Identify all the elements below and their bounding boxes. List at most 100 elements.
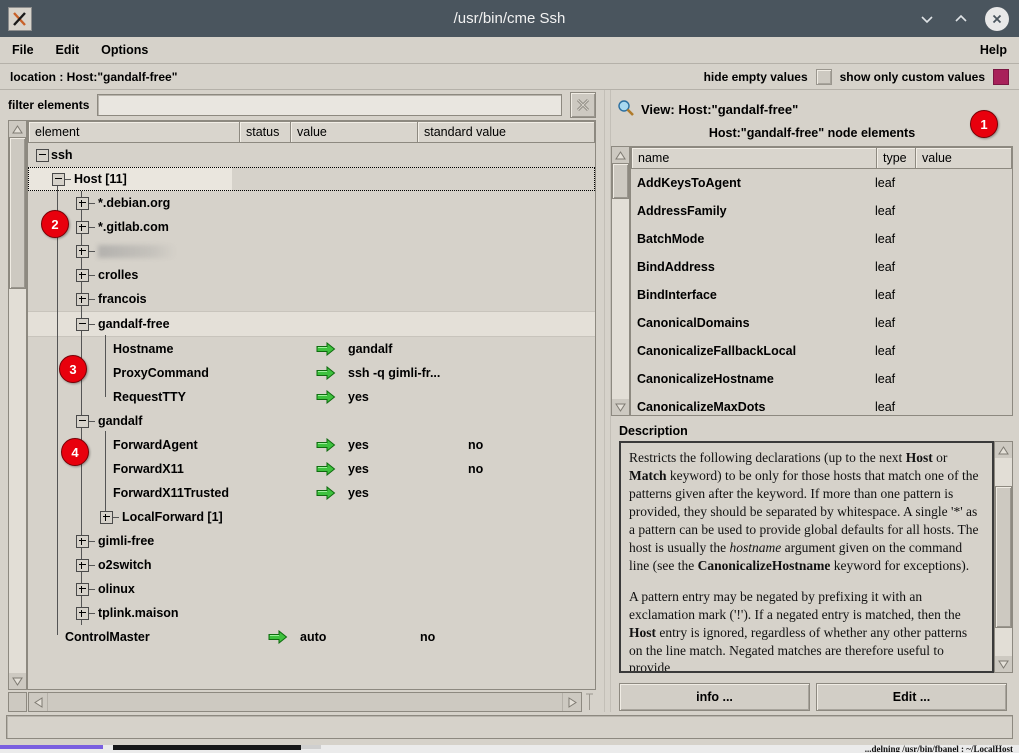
tree-row[interactable]: ssh — [28, 143, 595, 167]
expand-icon[interactable] — [76, 582, 89, 596]
collapse-icon[interactable] — [76, 317, 89, 331]
menu-help[interactable]: Help — [980, 43, 1007, 57]
description-paragraph-2: A pattern entry may be negated by prefix… — [629, 588, 968, 673]
tree-vertical-scrollbar[interactable] — [8, 120, 27, 690]
node-table-row[interactable]: BatchMode leaf — [631, 225, 1012, 253]
node-table-row[interactable]: AddressFamily leaf — [631, 197, 1012, 225]
tree-row[interactable]: francois — [28, 287, 595, 311]
tree-row[interactable]: olinux — [28, 577, 595, 601]
collapse-icon[interactable] — [52, 172, 65, 186]
column-header-value[interactable]: value — [291, 121, 418, 143]
expand-icon[interactable] — [76, 268, 89, 282]
node-scroll-track[interactable] — [612, 163, 629, 399]
expand-icon[interactable] — [76, 534, 89, 548]
hide-empty-values-checkbox[interactable] — [815, 68, 832, 85]
info-button[interactable]: info ... — [619, 683, 810, 711]
tree-row[interactable] — [28, 239, 595, 263]
description-label: Description — [619, 424, 688, 438]
tree-row[interactable]: *.debian.org — [28, 191, 595, 215]
desc-scroll-down-icon[interactable] — [995, 656, 1012, 672]
description-paragraph-1: Restricts the following declarations (up… — [629, 450, 979, 573]
node-column-name[interactable]: name — [631, 147, 877, 169]
expand-icon[interactable] — [76, 196, 89, 210]
tree-scroll-thumb[interactable] — [9, 137, 26, 289]
node-table-row[interactable]: CanonicalDomains leaf — [631, 309, 1012, 337]
tree-row[interactable]: Hostname gandalf — [28, 337, 595, 361]
node-table-row[interactable]: CanonicalizeHostname leaf — [631, 365, 1012, 393]
menu-options[interactable]: Options — [101, 43, 148, 57]
tree-row[interactable]: ForwardX11 yes no — [28, 457, 595, 481]
node-scroll-down-icon[interactable] — [612, 399, 629, 415]
node-table-row[interactable]: AddKeysToAgent leaf — [631, 169, 1012, 197]
tree-row-element: *.debian.org — [28, 191, 280, 215]
clear-x-icon[interactable] — [570, 92, 596, 118]
tree-row[interactable]: ProxyCommand ssh -q gimli-fr... — [28, 361, 595, 385]
main-area: filter elements element status value sta… — [0, 90, 1019, 712]
collapse-icon[interactable] — [76, 414, 89, 428]
chevron-down-icon[interactable] — [917, 9, 937, 29]
taskbar-window-button[interactable] — [113, 745, 301, 750]
node-scroll-up-icon[interactable] — [612, 147, 629, 163]
x11-app-icon — [8, 6, 32, 31]
column-header-status[interactable]: status — [240, 121, 291, 143]
node-table-row[interactable]: CanonicalizeFallbackLocal leaf — [631, 337, 1012, 365]
tree-horizontal-scrollbar[interactable] — [8, 692, 596, 712]
expand-icon[interactable] — [100, 510, 113, 524]
menu-file[interactable]: File — [12, 43, 34, 57]
tree-row[interactable]: gimli-free — [28, 529, 595, 553]
pane-splitter[interactable] — [604, 90, 611, 712]
hscroll-track[interactable] — [47, 693, 563, 711]
tree-row[interactable]: RequestTTY yes — [28, 385, 595, 409]
scroll-down-icon[interactable] — [9, 673, 26, 689]
column-header-standard-value[interactable]: standard value — [418, 121, 595, 143]
tree-row[interactable]: gandalf — [28, 409, 595, 433]
tree-row-value: yes — [348, 390, 369, 404]
desc-scroll-thumb[interactable] — [995, 486, 1012, 628]
node-table-row[interactable]: BindInterface leaf — [631, 281, 1012, 309]
desc-scroll-track[interactable] — [995, 458, 1012, 656]
tree-row[interactable]: ForwardX11Trusted yes — [28, 481, 595, 505]
filter-input[interactable] — [97, 94, 562, 116]
expand-icon[interactable] — [76, 606, 89, 620]
close-icon[interactable] — [985, 6, 1009, 31]
scroll-up-icon[interactable] — [9, 121, 26, 137]
expand-icon[interactable] — [76, 292, 89, 306]
expand-icon[interactable] — [76, 244, 89, 258]
node-column-value[interactable]: value — [916, 147, 1012, 169]
expand-icon[interactable] — [76, 220, 89, 234]
show-custom-values-checkbox[interactable] — [993, 68, 1009, 85]
desc-scroll-up-icon[interactable] — [995, 442, 1012, 458]
scroll-left-icon[interactable] — [29, 693, 47, 711]
tree-scroll-track[interactable] — [9, 137, 26, 673]
magnifier-icon — [617, 99, 635, 120]
menu-edit[interactable]: Edit — [56, 43, 80, 57]
column-header-element[interactable]: element — [28, 121, 240, 143]
edit-button[interactable]: Edit ... — [816, 683, 1007, 711]
tree-row[interactable]: LocalForward [1] — [28, 505, 595, 529]
tree-row-value: yes — [348, 486, 369, 500]
tree-row[interactable]: tplink.maison — [28, 601, 595, 625]
tree-row[interactable]: crolles — [28, 263, 595, 287]
tree-branch-dash — [89, 540, 95, 542]
tree-row-label: ControlMaster — [65, 630, 150, 644]
node-table-vertical-scrollbar[interactable] — [611, 146, 630, 416]
node-column-type[interactable]: type — [877, 147, 916, 169]
taskbar-tray-item[interactable] — [301, 745, 321, 749]
node-type: leaf — [875, 288, 896, 302]
node-table-row[interactable]: BindAddress leaf — [631, 253, 1012, 281]
tree-row[interactable]: gandalf-free — [28, 311, 595, 337]
tree-row[interactable]: Host [11] — [28, 167, 595, 191]
collapse-icon[interactable] — [36, 148, 49, 162]
node-scroll-thumb[interactable] — [612, 163, 629, 199]
tree-row[interactable]: ControlMaster auto no — [28, 625, 595, 649]
scroll-right-icon[interactable] — [563, 693, 581, 711]
tree-row[interactable]: *.gitlab.com — [28, 215, 595, 239]
tree-row[interactable]: o2switch — [28, 553, 595, 577]
tree-row-element: olinux — [28, 577, 280, 601]
hscroll-bar[interactable] — [28, 692, 582, 712]
node-table-row[interactable]: CanonicalizeMaxDots leaf — [631, 393, 1012, 415]
chevron-up-icon[interactable] — [951, 9, 971, 29]
description-vertical-scrollbar[interactable] — [994, 441, 1013, 673]
tree-row[interactable]: ForwardAgent yes no — [28, 433, 595, 457]
expand-icon[interactable] — [76, 558, 89, 572]
